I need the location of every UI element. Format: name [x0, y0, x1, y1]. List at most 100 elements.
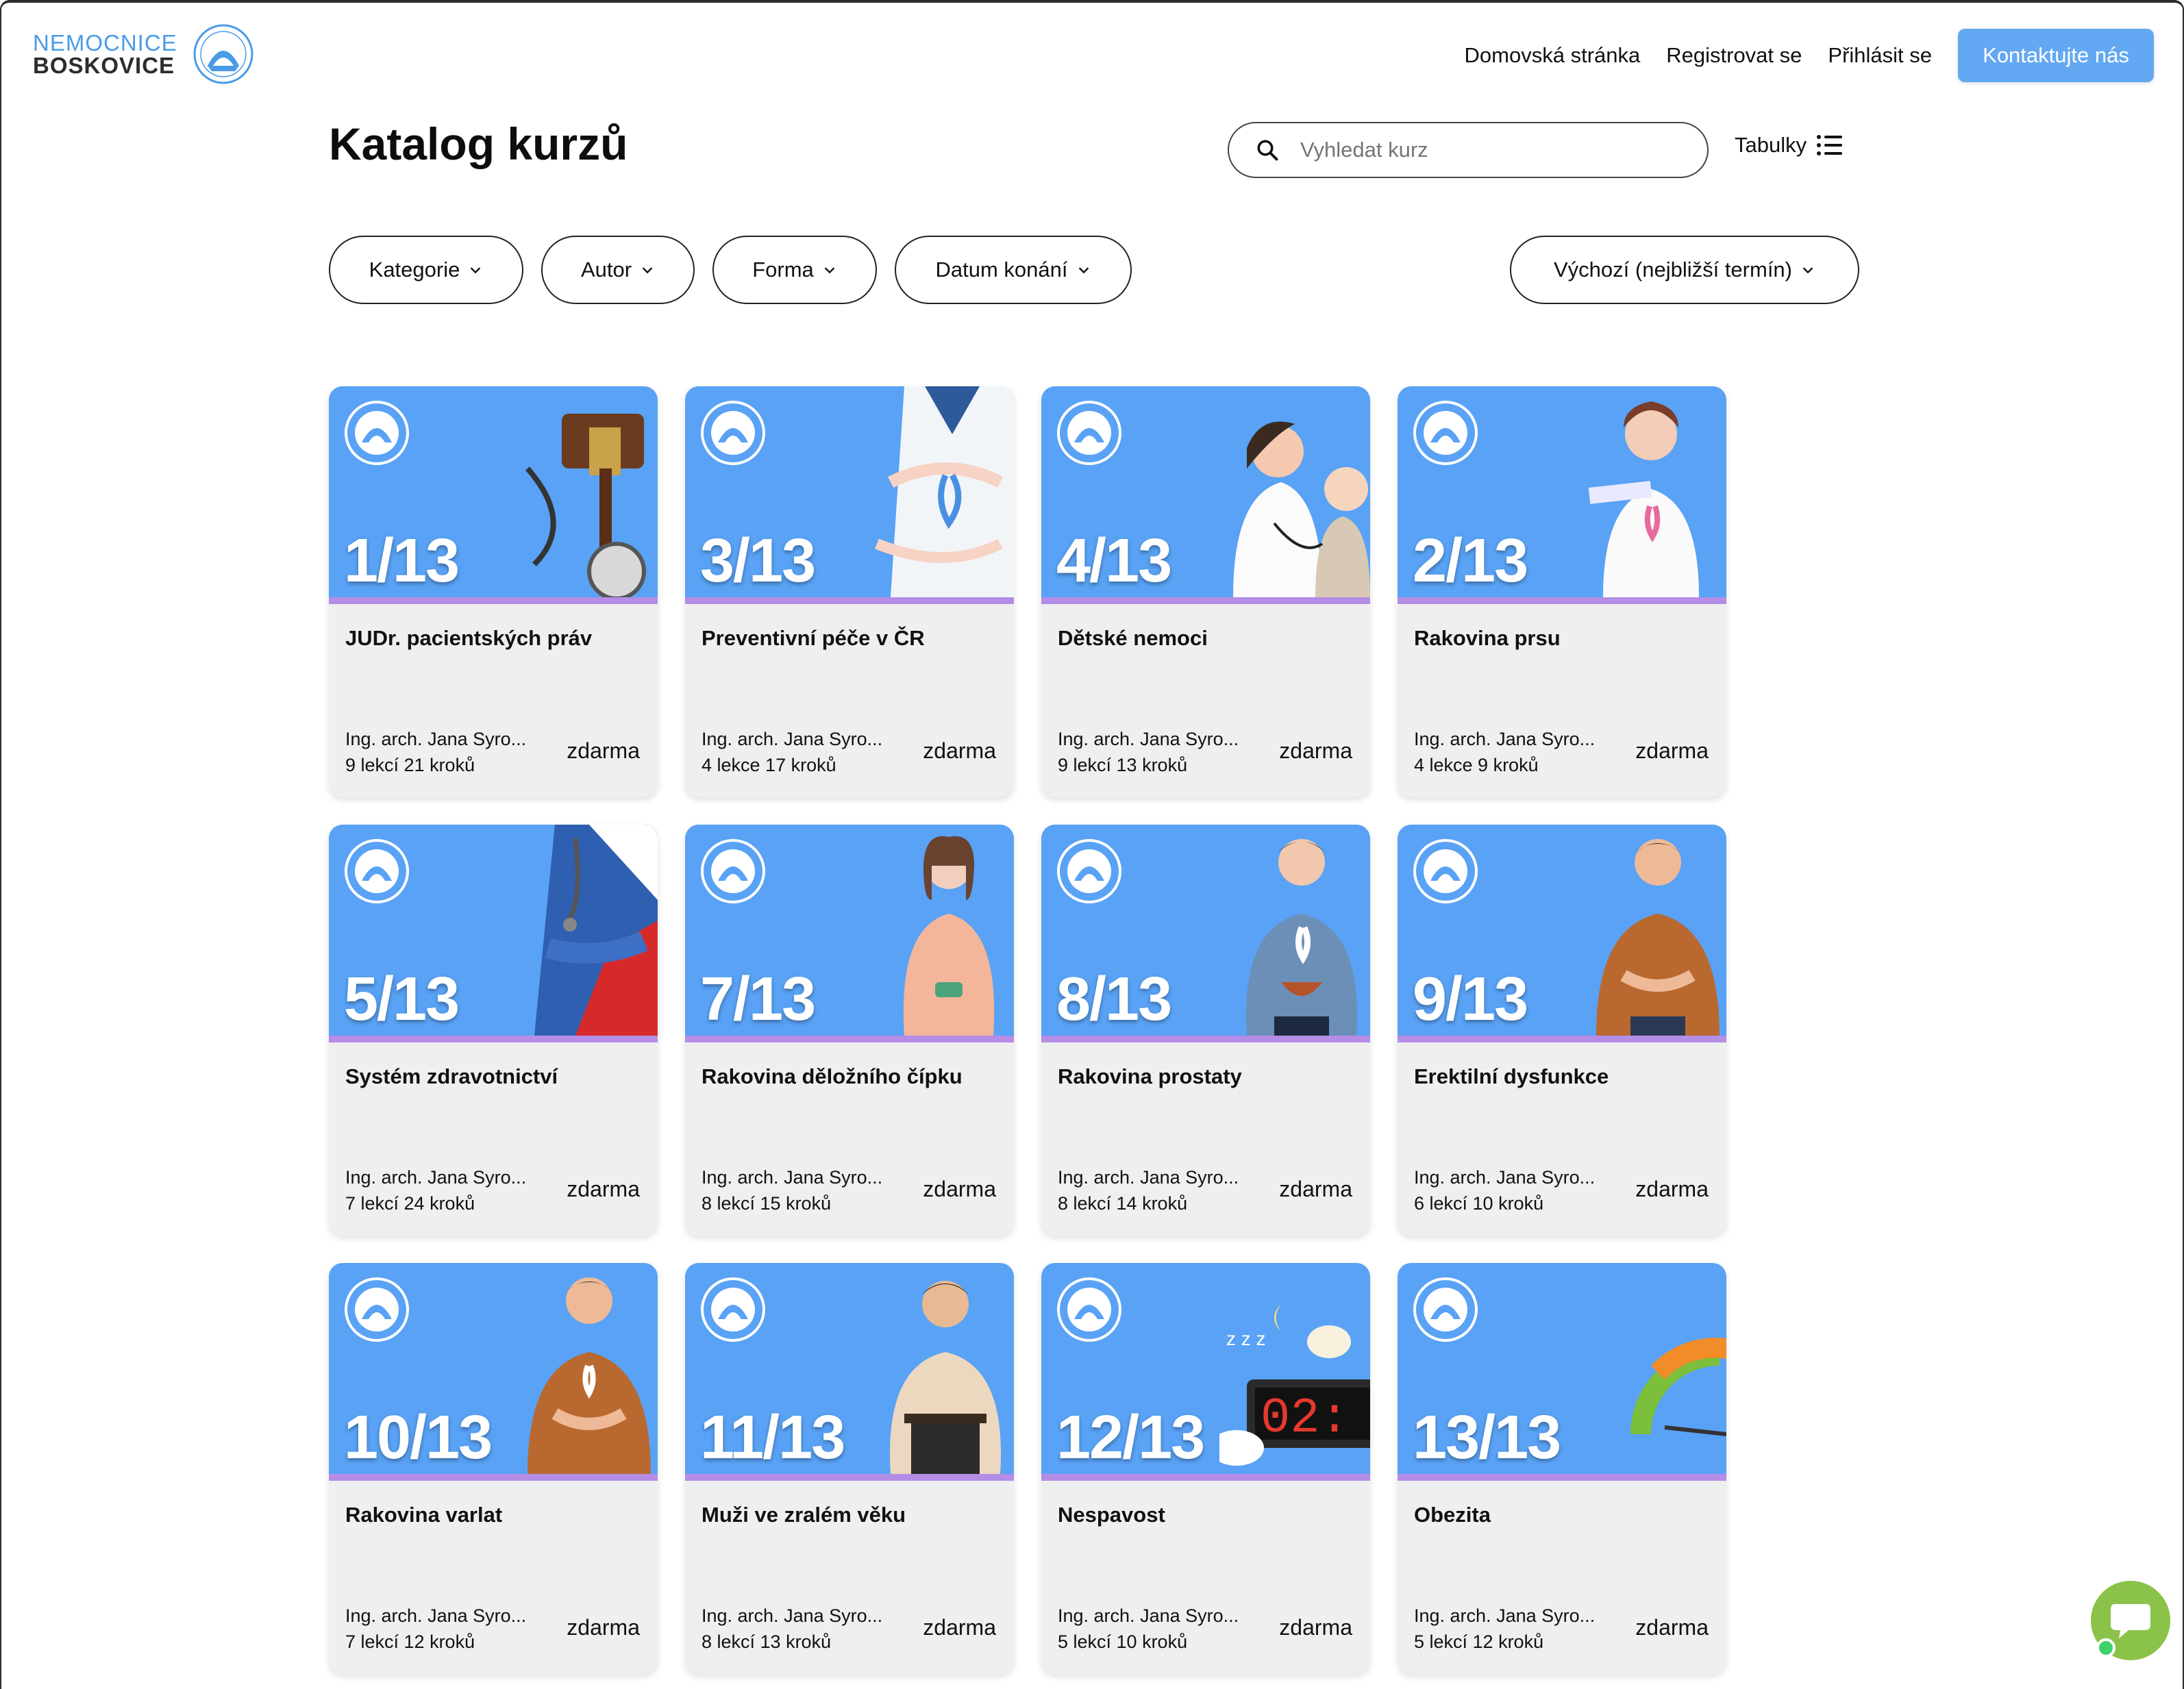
course-card[interactable]: 11/13 Muži ve zralém věku Ing. arch. Jan…: [685, 1263, 1014, 1674]
woman-image: [903, 836, 995, 1036]
sort-select[interactable]: Výchozí (nejbližší termín): [1510, 236, 1859, 304]
course-card[interactable]: 3/13 Preventivní péče v ČR Ing. arch. Ja…: [685, 386, 1014, 797]
course-card[interactable]: 10/13 Rakovina varlat Ing. arch. Jana Sy…: [329, 1263, 658, 1674]
course-title[interactable]: Muži ve zralém věku: [702, 1503, 906, 1527]
contact-button[interactable]: Kontaktujte nás: [1958, 29, 2154, 82]
course-title[interactable]: Rakovina prsu: [1414, 626, 1561, 651]
sort-label: Výchozí (nejbližší termín): [1554, 258, 1792, 282]
hospital-badge-icon: [1413, 839, 1478, 903]
card-stripe: [329, 1036, 658, 1042]
man-ribbon-image: [1246, 839, 1357, 1036]
course-stats: 8 lekcí 14 kroků: [1058, 1193, 1188, 1214]
course-title[interactable]: Dětské nemoci: [1058, 626, 1208, 651]
course-card[interactable]: 4/13 Dětské nemoci Ing. arch. Jana Syro.…: [1041, 386, 1370, 797]
course-title[interactable]: Erektilní dysfunkce: [1414, 1064, 1609, 1089]
course-title[interactable]: Preventivní péče v ČR: [702, 626, 925, 651]
course-price: zdarma: [923, 1615, 996, 1640]
search-box[interactable]: [1228, 122, 1709, 178]
filter-date[interactable]: Datum konání: [895, 236, 1132, 304]
course-stats: 7 lekcí 12 kroků: [345, 1631, 475, 1652]
course-title[interactable]: Rakovina děložního čípku: [702, 1064, 963, 1089]
filter-form-label: Forma: [752, 258, 814, 282]
nav-home[interactable]: Domovská stránka: [1465, 43, 1641, 68]
course-meta: Ing. arch. Jana Syro... 4 lekce 9 kroků: [1414, 726, 1595, 778]
card-stripe: [685, 1474, 1014, 1481]
course-meta: Ing. arch. Jana Syro... 8 lekcí 15 kroků: [702, 1164, 882, 1216]
chat-bubble-icon: [2111, 1604, 2150, 1638]
man-orange-shirt-image: [1596, 839, 1720, 1036]
alarm-clock-sheep-image: 02: z z z: [1219, 1304, 1370, 1466]
course-card[interactable]: 02: z z z 12/13 Nespavost Ing. arch. Jana…: [1041, 1263, 1370, 1674]
hospital-badge-icon: [1057, 401, 1121, 465]
svg-text:z z z: z z z: [1226, 1328, 1266, 1349]
hospital-logo[interactable]: NEMOCNICE BOSKOVICE: [33, 23, 254, 85]
course-meta: Ing. arch. Jana Syro... 7 lekcí 12 kroků: [345, 1603, 526, 1655]
card-stripe: [1398, 597, 1726, 604]
filter-author[interactable]: Autor: [541, 236, 695, 304]
nav-register[interactable]: Registrovat se: [1666, 43, 1802, 68]
course-price: zdarma: [567, 738, 640, 763]
course-image: 11/13: [685, 1263, 1014, 1481]
chevron-down-icon: [642, 267, 653, 274]
course-price: zdarma: [1635, 738, 1709, 763]
course-number: 13/13: [1413, 1403, 1561, 1472]
course-stats: 8 lekcí 13 kroků: [702, 1631, 832, 1652]
course-meta: Ing. arch. Jana Syro... 9 lekcí 21 kroků: [345, 726, 526, 778]
course-title[interactable]: Rakovina prostaty: [1058, 1064, 1242, 1089]
course-image: 3/13: [685, 386, 1014, 604]
card-stripe: [685, 597, 1014, 604]
course-stats: 8 lekcí 15 kroků: [702, 1193, 832, 1214]
course-image: 8/13: [1041, 825, 1370, 1042]
course-author: Ing. arch. Jana Syro...: [702, 729, 883, 749]
course-image: 13/13: [1398, 1263, 1726, 1481]
course-card[interactable]: 7/13 Rakovina děložního čípku Ing. arch.…: [685, 825, 1014, 1236]
online-status-dot: [2096, 1638, 2115, 1657]
course-card[interactable]: 8/13 Rakovina prostaty Ing. arch. Jana S…: [1041, 825, 1370, 1236]
search-icon: [1257, 140, 1278, 161]
course-stats: 6 lekcí 10 kroků: [1414, 1193, 1544, 1214]
course-price: zdarma: [1279, 738, 1352, 763]
course-card[interactable]: 9/13 Erektilní dysfunkce Ing. arch. Jana…: [1398, 825, 1726, 1236]
course-card[interactable]: 5/13 Systém zdravotnictví Ing. arch. Jan…: [329, 825, 658, 1236]
course-title[interactable]: JUDr. pacientských práv: [345, 626, 592, 651]
doctor-flag-image: [534, 825, 658, 1036]
course-card[interactable]: 13/13 Obezita Ing. arch. Jana Syro... 5 …: [1398, 1263, 1726, 1674]
course-image: 1/13: [329, 386, 658, 604]
doctor-ribbon-image: [875, 386, 1014, 597]
hospital-badge-icon: [345, 839, 409, 903]
course-author: Ing. arch. Jana Syro...: [345, 1167, 527, 1188]
course-title[interactable]: Rakovina varlat: [345, 1503, 502, 1527]
course-price: zdarma: [1635, 1615, 1709, 1640]
course-number: 4/13: [1056, 527, 1172, 595]
filter-category[interactable]: Kategorie: [329, 236, 523, 304]
course-title[interactable]: Nespavost: [1058, 1503, 1165, 1527]
hospital-badge-icon: [701, 401, 765, 465]
course-image: 4/13: [1041, 386, 1370, 604]
course-number: 5/13: [344, 965, 460, 1034]
course-meta: Ing. arch. Jana Syro... 9 lekcí 13 kroků: [1058, 726, 1239, 778]
course-number: 10/13: [344, 1403, 493, 1472]
course-price: zdarma: [1279, 1177, 1352, 1201]
tables-view-toggle[interactable]: Tabulky: [1735, 133, 1844, 158]
nav-login[interactable]: Přihlásit se: [1828, 43, 1932, 68]
course-image: 9/13: [1398, 825, 1726, 1042]
course-price: zdarma: [567, 1177, 640, 1201]
top-nav: Domovská stránka Registrovat se Přihlási…: [1465, 29, 2154, 82]
course-image: 10/13: [329, 1263, 658, 1481]
course-card[interactable]: 1/13 JUDr. pacientských práv Ing. arch. …: [329, 386, 658, 797]
course-title[interactable]: Obezita: [1414, 1503, 1491, 1527]
course-number: 2/13: [1413, 527, 1528, 595]
course-title[interactable]: Systém zdravotnictví: [345, 1064, 558, 1089]
course-meta: Ing. arch. Jana Syro... 4 lekce 17 kroků: [702, 726, 882, 778]
filter-form[interactable]: Forma: [712, 236, 877, 304]
course-card[interactable]: 2/13 Rakovina prsu Ing. arch. Jana Syro.…: [1398, 386, 1726, 797]
course-stats: 9 lekcí 21 kroků: [345, 755, 475, 775]
course-number: 9/13: [1413, 965, 1528, 1034]
course-author: Ing. arch. Jana Syro...: [345, 1605, 527, 1626]
card-stripe: [1398, 1474, 1726, 1481]
course-author: Ing. arch. Jana Syro...: [1058, 1605, 1239, 1626]
hospital-badge-icon: [345, 1277, 409, 1342]
course-image: 2/13: [1398, 386, 1726, 604]
scale-gauge-image: [1630, 1338, 1726, 1436]
search-input[interactable]: [1300, 138, 1684, 162]
